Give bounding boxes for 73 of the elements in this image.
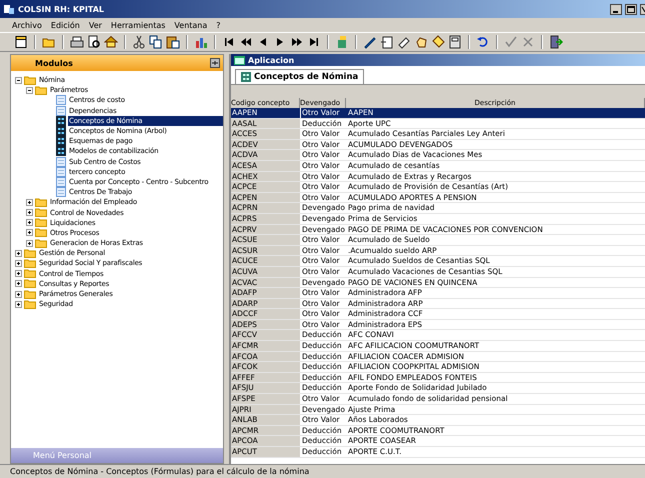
copy-icon[interactable]	[149, 35, 163, 49]
pin-icon[interactable]	[210, 58, 220, 68]
expander-icon[interactable]	[26, 229, 33, 236]
panel-title: Modulos	[35, 58, 74, 68]
list-icon	[56, 166, 66, 177]
expander-icon[interactable]	[15, 300, 22, 308]
form-icon[interactable]	[380, 35, 394, 49]
list-icon	[56, 187, 66, 198]
folder-icon	[24, 76, 36, 85]
expander-icon[interactable]	[15, 260, 22, 267]
close-button[interactable]	[640, 4, 645, 14]
folder-icon	[35, 208, 47, 218]
grid-icon	[56, 116, 66, 126]
menu-item[interactable]: Ventana	[174, 20, 208, 30]
bar-chart-icon[interactable]	[194, 35, 208, 49]
expander-icon[interactable]	[26, 209, 33, 216]
fast-forward-icon[interactable]	[290, 35, 304, 49]
last-record-icon[interactable]	[307, 35, 321, 49]
list-icon	[56, 156, 66, 167]
pencil-icon[interactable]	[363, 35, 377, 49]
scissors-icon[interactable]	[132, 35, 146, 49]
exit-door-icon[interactable]	[549, 35, 563, 49]
menu-item[interactable]: Ver	[88, 20, 102, 30]
folder-icon	[35, 198, 47, 207]
preview-icon[interactable]	[87, 35, 101, 49]
folder-icon	[35, 228, 47, 238]
window-icon	[234, 56, 245, 64]
grid-icon	[56, 126, 66, 136]
folder-icon	[24, 248, 36, 258]
expander-icon[interactable]	[15, 290, 22, 298]
expander-icon[interactable]	[15, 250, 22, 257]
list-icon	[56, 176, 66, 187]
folder-icon	[35, 218, 47, 228]
folder-icon	[24, 290, 36, 299]
folder-icon	[24, 269, 36, 278]
folder-icon	[35, 238, 47, 248]
printer-icon[interactable]	[70, 35, 84, 49]
minimize-button[interactable]	[610, 4, 622, 14]
status-bar: Conceptos de Nómina - Conceptos (Fórmulas) para el cálculo de la nómina	[0, 464, 645, 478]
grid-icon	[241, 72, 251, 82]
app-icon	[3, 3, 15, 15]
rewind-icon[interactable]	[239, 35, 253, 49]
undo-icon[interactable]	[476, 35, 490, 49]
paste-icon[interactable]	[166, 35, 180, 49]
first-record-icon[interactable]	[222, 35, 236, 49]
expander-icon[interactable]	[26, 219, 33, 226]
menu-item[interactable]: Archivo	[12, 20, 42, 30]
grid-icon	[56, 136, 66, 146]
eraser-icon[interactable]	[397, 35, 411, 49]
check-icon[interactable]	[504, 35, 518, 49]
window-title: COLSIN RH: KPITAL	[18, 4, 104, 14]
expander-icon[interactable]	[15, 76, 22, 84]
calculator-icon[interactable]	[448, 35, 462, 49]
expander-icon[interactable]	[15, 280, 22, 288]
expander-icon[interactable]	[26, 86, 33, 94]
expander-icon[interactable]	[26, 240, 33, 247]
maximize-button[interactable]	[625, 4, 637, 14]
house-icon[interactable]	[104, 35, 118, 49]
menu-item[interactable]: ?	[216, 20, 221, 30]
tab[interactable]: Conceptos de Nómina	[235, 69, 364, 84]
expander-icon[interactable]	[26, 198, 33, 206]
list-icon	[56, 95, 66, 106]
folder-icon	[24, 279, 36, 288]
child-window-title: Aplicacion	[248, 56, 294, 64]
menu-item[interactable]: Edición	[50, 20, 80, 30]
grid-icon	[56, 146, 66, 156]
folder-icon	[24, 300, 36, 309]
menu-item[interactable]: Herramientas	[110, 20, 166, 30]
new-document-icon[interactable]	[14, 35, 28, 49]
expander-icon[interactable]	[15, 270, 22, 278]
folder-icon	[24, 258, 36, 268]
list-icon	[56, 106, 66, 116]
folder-icon	[35, 86, 47, 95]
